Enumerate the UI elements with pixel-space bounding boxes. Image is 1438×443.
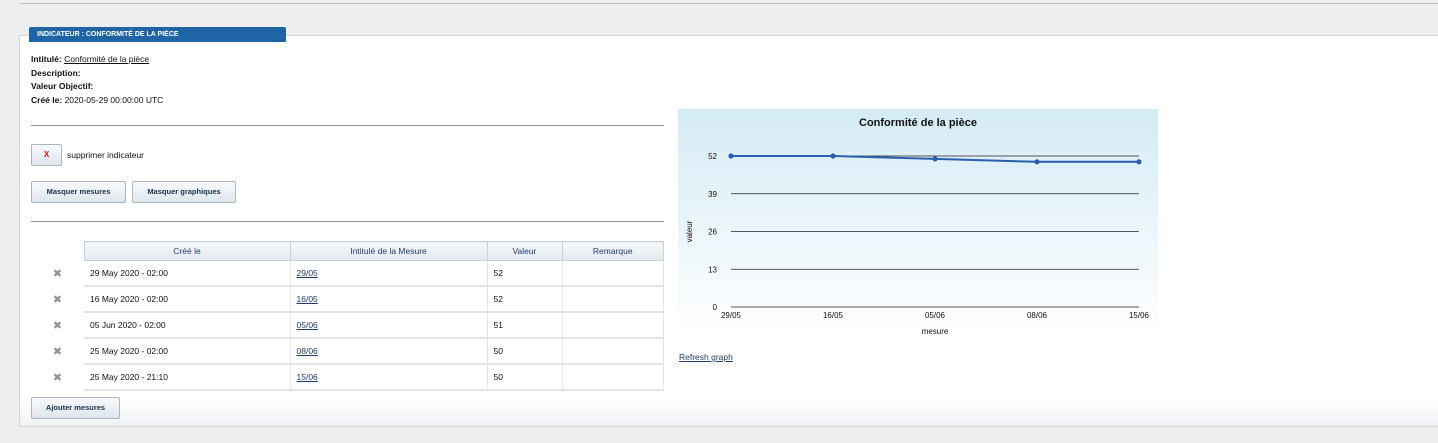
delete-indicator-button[interactable]: X	[31, 144, 62, 166]
delete-row-icon[interactable]: ✖	[31, 312, 84, 338]
indicator-info: Intitulé: Conformité de la pièce Descrip…	[31, 53, 163, 107]
top-divider	[19, 3, 1438, 4]
indicator-title-tab: INDICATEUR : CONFORMITÉ DE LA PIÈCE	[29, 27, 286, 42]
delete-indicator-label: supprimer indicateur	[67, 150, 145, 160]
cell-value: 51	[487, 312, 563, 339]
delete-row-icon[interactable]: ✖	[31, 338, 84, 364]
x-tick-label: 29/05	[721, 311, 742, 320]
cell-measure-name: 15/06	[290, 364, 488, 391]
x-tick-label: 15/06	[1129, 311, 1150, 320]
header-value[interactable]: Valeur	[486, 241, 563, 261]
header-measure-name[interactable]: Intitulé de la Mesure	[289, 241, 488, 261]
table-row: ✖ 29 May 2020 - 02:00 29/05 52	[31, 260, 664, 287]
description-row: Description:	[31, 67, 163, 81]
y-tick-label: 26	[708, 228, 717, 237]
x-tick-label: 16/05	[823, 311, 844, 320]
x-tick-label: 08/06	[1027, 311, 1048, 320]
data-point	[1136, 159, 1142, 165]
hide-measures-button[interactable]: Masquer mesures	[31, 181, 126, 203]
header-blank	[31, 241, 84, 261]
header-created[interactable]: Créé le	[83, 241, 291, 261]
cree-row: Créé le: 2020-05-29 00:00:00 UTC	[31, 94, 163, 108]
cell-remark	[562, 364, 664, 391]
data-point	[728, 153, 734, 159]
section-divider-1	[31, 125, 664, 126]
cree-value: 2020-05-29 00:00:00 UTC	[64, 94, 164, 105]
measure-link[interactable]: 08/06	[297, 346, 318, 356]
header-remark[interactable]: Remarque	[561, 241, 664, 261]
cell-created: 25 May 2020 - 21:10	[84, 364, 291, 391]
cell-measure-name: 29/05	[290, 260, 488, 287]
y-tick-label: 13	[708, 265, 717, 274]
refresh-graph-link[interactable]: Refresh graph	[679, 352, 733, 362]
x-axis-label: mesure	[922, 327, 949, 335]
measure-link[interactable]: 05/06	[297, 320, 318, 330]
table-row: ✖ 16 May 2020 - 02:00 16/05 52	[31, 286, 664, 313]
description-label: Description:	[31, 67, 81, 78]
cell-measure-name: 05/06	[290, 312, 488, 339]
cell-remark	[562, 338, 664, 365]
intitule-label: Intitulé:	[31, 54, 62, 64]
table-row: ✖ 25 May 2020 - 21:10 15/06 50	[31, 364, 664, 391]
panel-footer	[20, 402, 1438, 426]
cell-created: 16 May 2020 - 02:00	[84, 286, 291, 313]
y-axis-label: valeur	[685, 220, 694, 242]
delete-row-icon[interactable]: ✖	[31, 286, 84, 312]
measure-link[interactable]: 29/05	[297, 268, 318, 278]
delete-row-icon[interactable]: ✖	[31, 261, 84, 287]
cell-measure-name: 08/06	[290, 338, 488, 365]
y-tick-label: 52	[708, 152, 717, 161]
data-point	[1034, 159, 1040, 165]
cell-created: 05 Jun 2020 - 02:00	[84, 312, 291, 339]
table-header-row: Créé le Intitulé de la Mesure Valeur Rem…	[31, 241, 664, 261]
data-point	[830, 153, 836, 159]
cell-value: 52	[487, 286, 563, 313]
cell-remark	[562, 260, 664, 287]
cree-label: Créé le:	[31, 94, 63, 105]
cell-remark	[562, 312, 664, 339]
measure-link[interactable]: 15/06	[297, 372, 318, 382]
delete-row-icon[interactable]: ✖	[31, 364, 84, 390]
cell-value: 50	[487, 338, 563, 365]
cell-created: 25 May 2020 - 02:00	[84, 338, 291, 365]
cell-value: 50	[487, 364, 563, 391]
cell-remark	[562, 286, 664, 313]
hide-graphs-button[interactable]: Masquer graphiques	[132, 181, 236, 203]
cell-measure-name: 16/05	[290, 286, 488, 313]
cell-value: 52	[487, 260, 563, 287]
data-point	[932, 156, 938, 162]
y-tick-label: 39	[708, 190, 717, 199]
measures-table: Créé le Intitulé de la Mesure Valeur Rem…	[31, 241, 664, 391]
chart-title: Conformité de la pièce	[859, 117, 977, 129]
intitule-link[interactable]: Conformité de la pièce	[64, 54, 149, 64]
add-measures-button[interactable]: Ajouter mesures	[31, 397, 120, 419]
objectif-label: Valeur Objectif:	[31, 81, 94, 91]
table-row: ✖ 25 May 2020 - 02:00 08/06 50	[31, 338, 664, 365]
y-tick-label: 0	[713, 303, 718, 312]
cell-created: 29 May 2020 - 02:00	[84, 260, 291, 287]
objectif-row: Valeur Objectif:	[31, 80, 163, 94]
section-divider-2	[31, 221, 664, 222]
measure-link[interactable]: 16/05	[297, 294, 318, 304]
table-row: ✖ 05 Jun 2020 - 02:00 05/06 51	[31, 312, 664, 339]
chart-container: Conformité de la pièce 0 13 26 39 52 29/05 16/0…	[678, 109, 1158, 336]
intitule-row: Intitulé: Conformité de la pièce	[31, 53, 163, 67]
x-tick-label: 05/06	[925, 311, 946, 320]
line-chart: Conformité de la pièce 0 13 26 39 52 29/05 16/0…	[685, 117, 1150, 336]
